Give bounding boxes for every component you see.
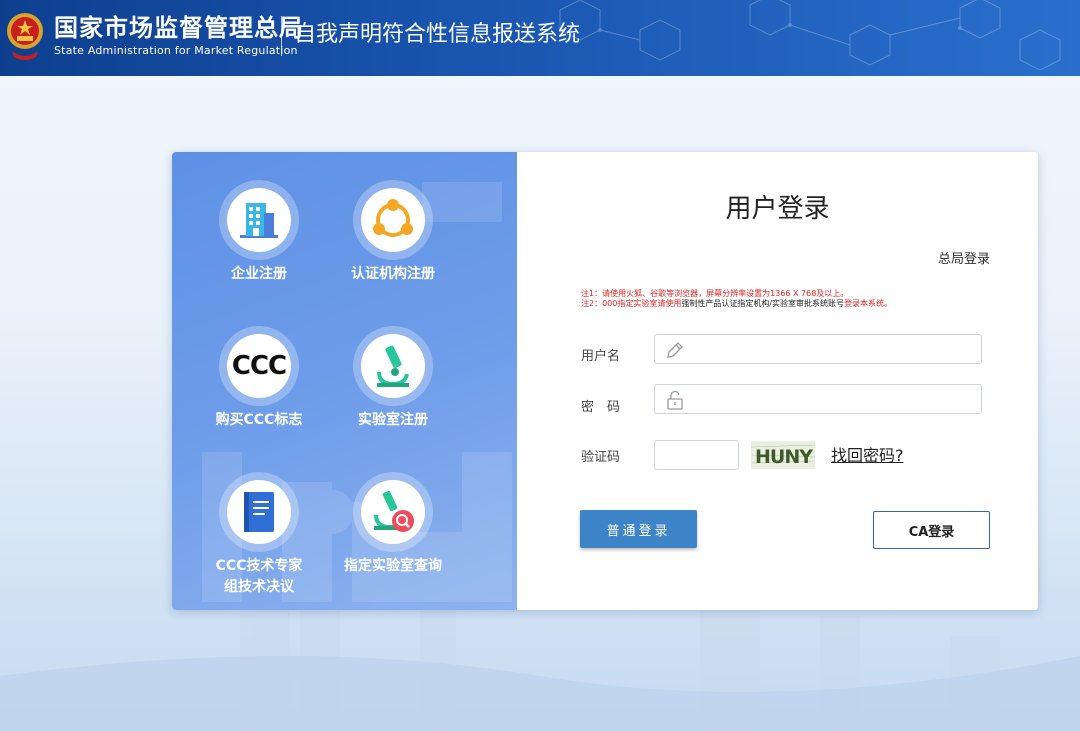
forgot-password-link[interactable]: 找回密码? bbox=[831, 442, 904, 466]
tile-label: 认证机构注册 bbox=[351, 266, 435, 282]
ccc-logo-icon: CCC bbox=[231, 351, 287, 381]
tile-designated-lab-search[interactable]: 指定实验室查询 bbox=[323, 472, 463, 577]
hq-login-link[interactable]: 总局登录 bbox=[938, 248, 990, 267]
login-title: 用户登录 bbox=[725, 194, 830, 224]
tile-label-line2: 组技术决议 bbox=[224, 579, 294, 595]
password-input[interactable] bbox=[654, 384, 982, 414]
book-icon bbox=[244, 492, 274, 532]
username-label: 用户名 bbox=[581, 349, 621, 364]
header-bar: 国家市场监督管理总局 State Administration for Mark… bbox=[0, 0, 1080, 76]
tile-ccc-expert-resolution[interactable]: CCC技术专家 组技术决议 bbox=[189, 472, 329, 598]
ca-login-button[interactable]: CA登录 bbox=[873, 511, 990, 549]
quick-links-panel: 企业注册 认证机构注册 CCC 购买CCC标志 实验室注册 CCC技术专家 组技… bbox=[172, 152, 517, 610]
pencil-icon bbox=[667, 342, 683, 358]
tile-label: 企业注册 bbox=[231, 266, 287, 282]
national-emblem-icon bbox=[7, 13, 43, 60]
tile-label-line1: CCC技术专家 bbox=[215, 558, 303, 574]
captcha-text: HUNY bbox=[755, 446, 813, 468]
captcha-input[interactable] bbox=[654, 440, 739, 470]
tile-label: CCC技术专家 组技术决议 bbox=[189, 556, 329, 598]
normal-login-button[interactable]: 普通登录 bbox=[580, 510, 697, 548]
password-label: 密 码 bbox=[581, 400, 621, 415]
captcha-image[interactable]: HUNY bbox=[751, 441, 815, 469]
building-icon bbox=[240, 203, 278, 238]
tile-label: 购买CCC标志 bbox=[215, 412, 303, 428]
tile-lab-register[interactable]: 实验室注册 bbox=[323, 326, 463, 431]
login-card: 企业注册 认证机构注册 CCC 购买CCC标志 实验室注册 CCC技术专家 组技… bbox=[172, 152, 1038, 610]
note-2-prefix: 注2：000指定实验室请使用 bbox=[581, 299, 682, 308]
tile-cert-body-register[interactable]: 认证机构注册 bbox=[323, 180, 463, 285]
header-divider bbox=[281, 16, 282, 56]
hex-pattern-decoration bbox=[559, 0, 1061, 71]
note-2-system-name: 强制性产品认证指定机构/实验室审批系统账号 bbox=[681, 299, 845, 308]
tile-label: 实验室注册 bbox=[358, 412, 428, 428]
unlock-icon bbox=[667, 390, 683, 410]
network-icon bbox=[373, 199, 413, 237]
system-name: 自我声明符合性信息报送系统 bbox=[294, 22, 581, 47]
tile-enterprise-register[interactable]: 企业注册 bbox=[189, 180, 329, 285]
note-1: 注1：请使用火狐、谷歌等浏览器，屏幕分辨率设置为1366 X 768及以上。 bbox=[581, 289, 849, 298]
tile-buy-ccc-mark[interactable]: CCC 购买CCC标志 bbox=[189, 326, 329, 431]
note-2-suffix: 登录本系统。 bbox=[844, 299, 893, 308]
login-panel: 用户登录 总局登录 注1：请使用火狐、谷歌等浏览器，屏幕分辨率设置为1366 X… bbox=[517, 152, 1038, 610]
agency-title-cn: 国家市场监督管理总局 bbox=[54, 14, 304, 42]
microscope-search-icon bbox=[374, 490, 414, 532]
microscope-icon bbox=[377, 345, 409, 387]
agency-title-en: State Administration for Market Regulati… bbox=[54, 44, 298, 57]
username-input[interactable] bbox=[654, 334, 982, 364]
captcha-label: 验证码 bbox=[581, 450, 621, 465]
login-notes: 注1：请使用火狐、谷歌等浏览器，屏幕分辨率设置为1366 X 768及以上。 注… bbox=[581, 289, 892, 309]
tile-label: 指定实验室查询 bbox=[344, 558, 442, 574]
note-2: 注2：000指定实验室请使用强制性产品认证指定机构/实验室审批系统账号登录本系统… bbox=[581, 299, 892, 309]
